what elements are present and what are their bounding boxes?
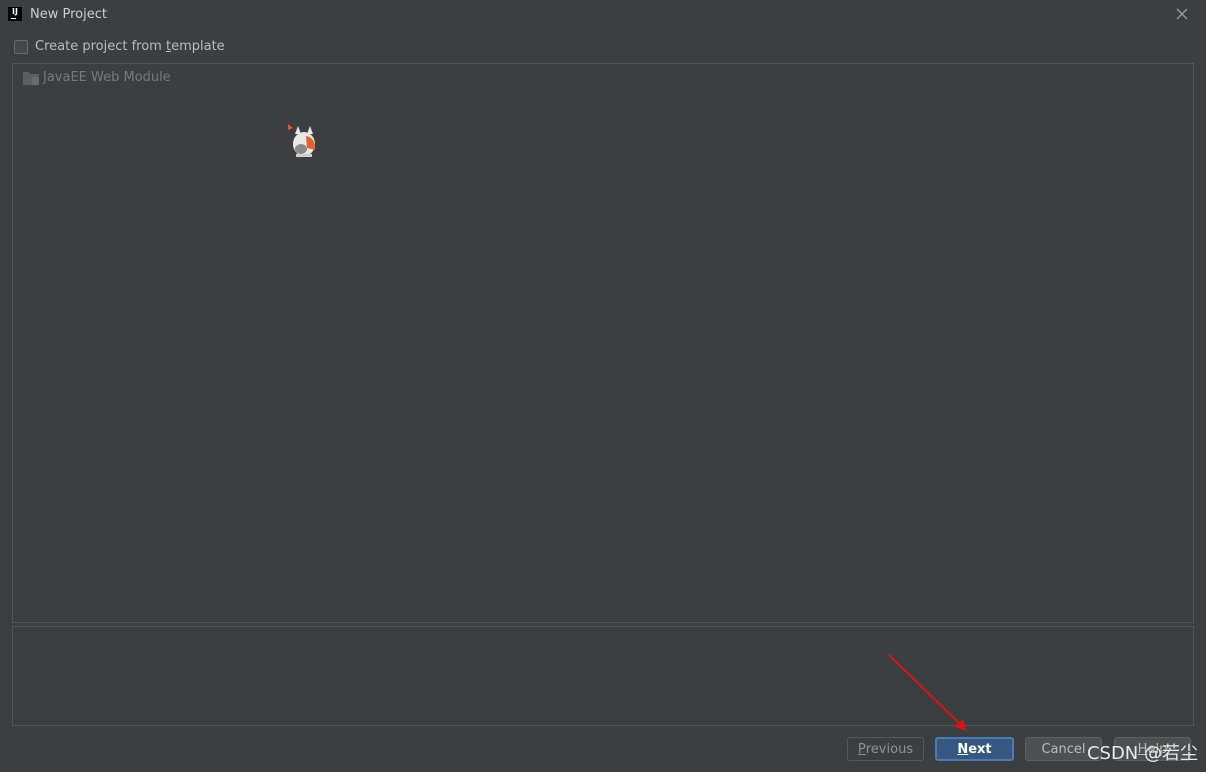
cat-cursor-sprite (288, 124, 316, 157)
template-list[interactable]: JavaEE Web Module (12, 63, 1194, 623)
intellij-app-icon: IJ (8, 7, 22, 21)
help-button[interactable]: Help (1114, 737, 1191, 761)
app-icon-text: IJ (12, 7, 18, 16)
create-from-template-label: Create project from template (35, 39, 225, 54)
cancel-button[interactable]: Cancel (1025, 737, 1102, 761)
close-button[interactable] (1174, 6, 1190, 22)
next-button[interactable]: Next (935, 737, 1014, 761)
description-panel (12, 626, 1194, 726)
close-icon (1176, 8, 1188, 20)
previous-button[interactable]: Previous (847, 737, 924, 761)
create-from-template-checkbox[interactable] (14, 39, 28, 54)
template-item-label: JavaEE Web Module (43, 70, 171, 85)
window-title: New Project (30, 7, 107, 22)
list-item[interactable]: JavaEE Web Module (23, 70, 171, 85)
module-folder-icon (23, 71, 39, 85)
create-from-template-option[interactable]: Create project from template (14, 39, 225, 54)
title-bar: IJ New Project (0, 0, 1206, 30)
